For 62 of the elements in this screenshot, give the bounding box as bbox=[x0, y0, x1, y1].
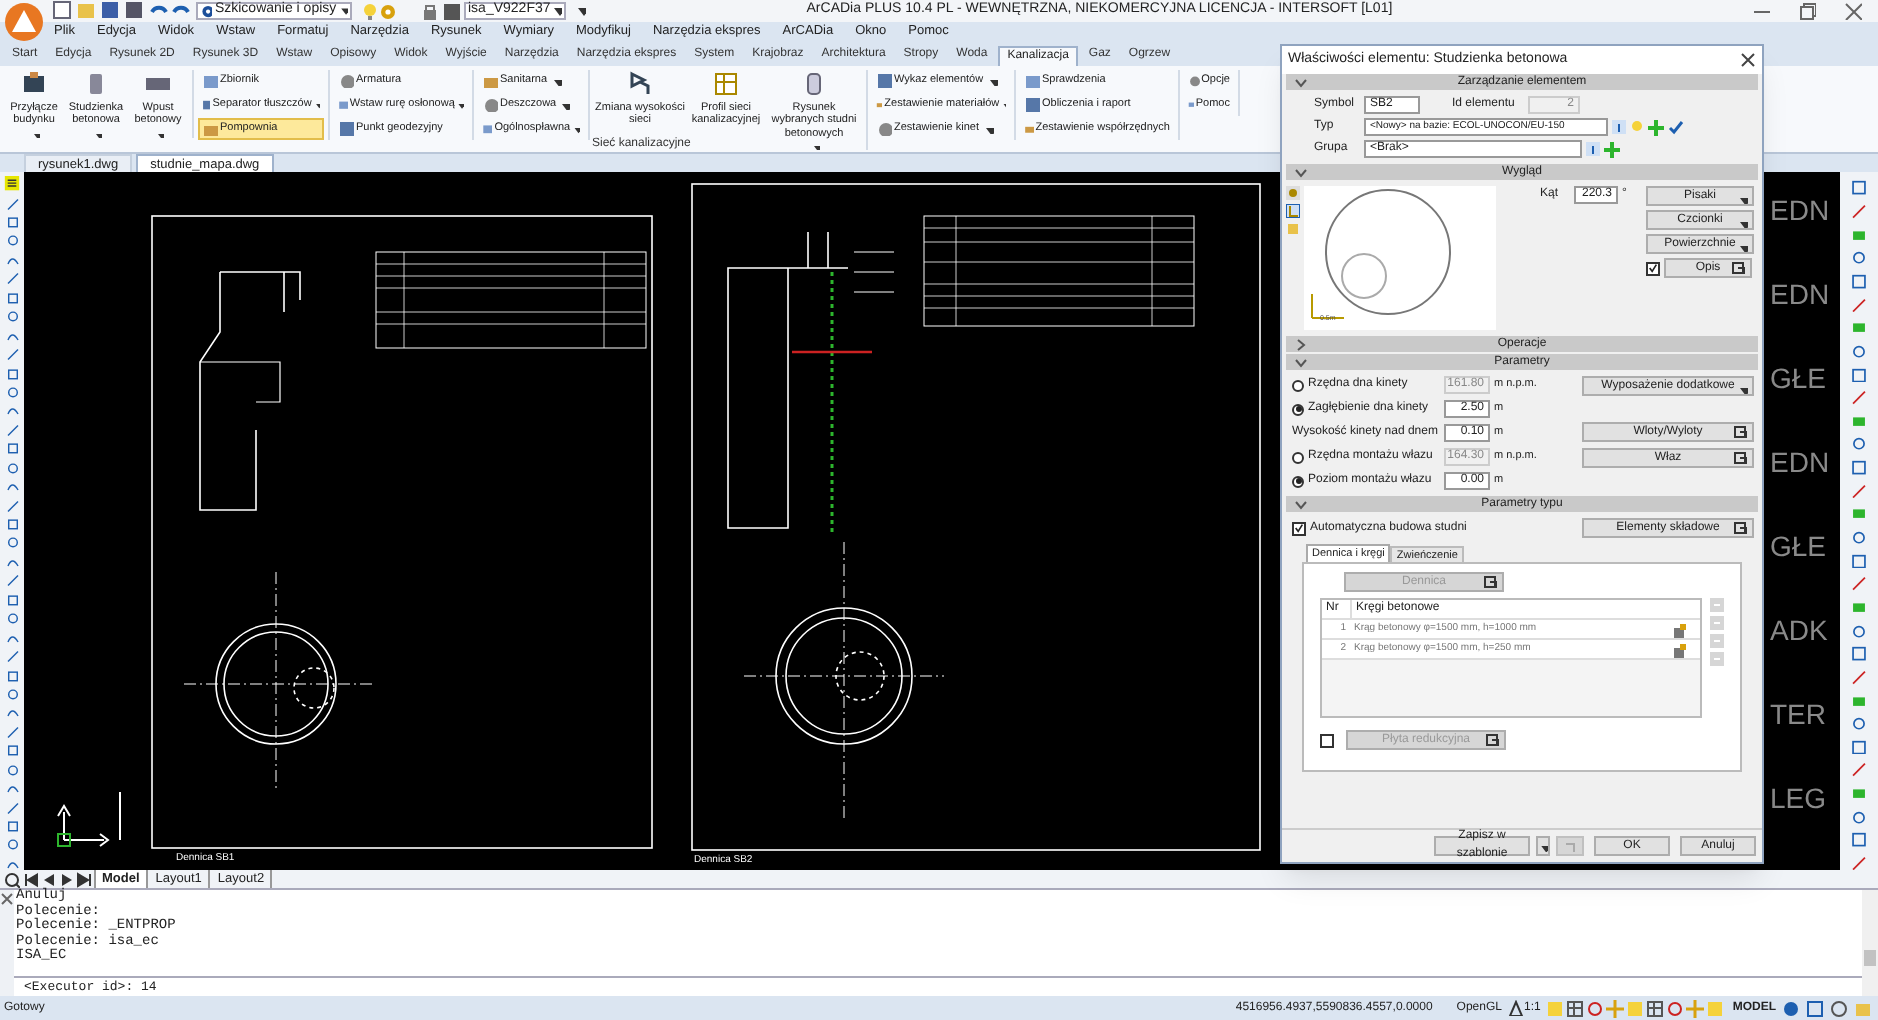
drawing-text: EDN bbox=[1770, 276, 1830, 315]
ucs-axis-icon bbox=[57, 791, 121, 848]
info-icon[interactable] bbox=[1586, 142, 1600, 156]
drawing-text: EDN bbox=[1770, 444, 1830, 483]
status-toggle-icon[interactable] bbox=[1546, 999, 1565, 1018]
chevron-down-icon[interactable] bbox=[1294, 165, 1308, 179]
next-icon[interactable] bbox=[58, 871, 74, 888]
lightbulb-icon[interactable] bbox=[360, 1, 378, 20]
first-page-icon[interactable] bbox=[22, 871, 38, 888]
caret-icon[interactable] bbox=[338, 2, 348, 19]
dropdown-button[interactable] bbox=[1536, 836, 1550, 856]
chevron-right-icon[interactable] bbox=[1294, 337, 1308, 351]
annotation-scale-icon[interactable] bbox=[1507, 1000, 1524, 1017]
chevron-down-icon[interactable] bbox=[1294, 75, 1308, 89]
status-toggle-icon[interactable] bbox=[1686, 999, 1705, 1018]
radio-button[interactable] bbox=[1292, 403, 1304, 415]
checkbox[interactable] bbox=[1320, 733, 1334, 747]
caret-icon[interactable] bbox=[809, 140, 819, 151]
open-dialog-icon[interactable] bbox=[1486, 734, 1500, 748]
chevron-down-icon[interactable] bbox=[1294, 497, 1308, 511]
drawing-text: EDN bbox=[1770, 192, 1830, 231]
caret-icon[interactable] bbox=[1538, 840, 1548, 852]
scrollbar[interactable] bbox=[1862, 890, 1878, 997]
tool-icon[interactable] bbox=[626, 69, 654, 98]
zoom-icon[interactable] bbox=[4, 871, 20, 888]
last-page-icon[interactable] bbox=[76, 871, 92, 888]
drawing-text: ADK bbox=[1770, 612, 1830, 651]
restore-icon[interactable] bbox=[1798, 1, 1816, 20]
plan-view-icon[interactable] bbox=[1286, 204, 1300, 218]
status-toggle-icon[interactable] bbox=[1706, 999, 1725, 1018]
radio-button[interactable] bbox=[1292, 475, 1304, 487]
status-toggle-icon[interactable] bbox=[1566, 999, 1585, 1018]
drawing-text: LEG bbox=[1770, 780, 1829, 819]
open-dialog-icon[interactable] bbox=[1732, 262, 1746, 276]
edit-ring-icon[interactable] bbox=[1672, 621, 1688, 637]
chevron-down-icon[interactable] bbox=[1294, 355, 1308, 369]
radio-button[interactable] bbox=[1292, 451, 1304, 463]
close-icon[interactable] bbox=[1844, 1, 1862, 20]
drawing-text: GŁE bbox=[1770, 528, 1829, 567]
open-dialog-icon[interactable] bbox=[1734, 452, 1748, 466]
open-dialog-icon[interactable] bbox=[1484, 576, 1498, 590]
status-toggle-icon[interactable] bbox=[1626, 999, 1645, 1018]
status-toggle-icon[interactable] bbox=[1666, 999, 1685, 1018]
radio-button[interactable] bbox=[1292, 379, 1304, 391]
menu-icon[interactable] bbox=[2, 176, 22, 192]
previous-icon[interactable] bbox=[40, 871, 56, 888]
open-dialog-icon[interactable] bbox=[1734, 426, 1748, 440]
info-icon[interactable] bbox=[1612, 120, 1626, 134]
status-toggle-icon[interactable] bbox=[1586, 999, 1605, 1018]
close-icon[interactable] bbox=[0, 892, 14, 907]
lock-icon[interactable] bbox=[420, 1, 438, 20]
drawing-text: TER bbox=[1770, 696, 1828, 735]
close-icon[interactable] bbox=[1740, 52, 1756, 68]
status-toggle-icon[interactable] bbox=[1646, 999, 1665, 1018]
tool-icon[interactable] bbox=[20, 69, 48, 98]
open-dialog-icon[interactable] bbox=[1734, 522, 1748, 536]
checkmark-icon[interactable] bbox=[1668, 119, 1684, 135]
status-toggle-icon[interactable] bbox=[1606, 999, 1625, 1018]
drawing-text: GŁE bbox=[1770, 360, 1829, 399]
edit-ring-icon[interactable] bbox=[1672, 641, 1688, 657]
gear-icon[interactable] bbox=[200, 2, 213, 19]
caret-icon[interactable] bbox=[1736, 382, 1748, 394]
